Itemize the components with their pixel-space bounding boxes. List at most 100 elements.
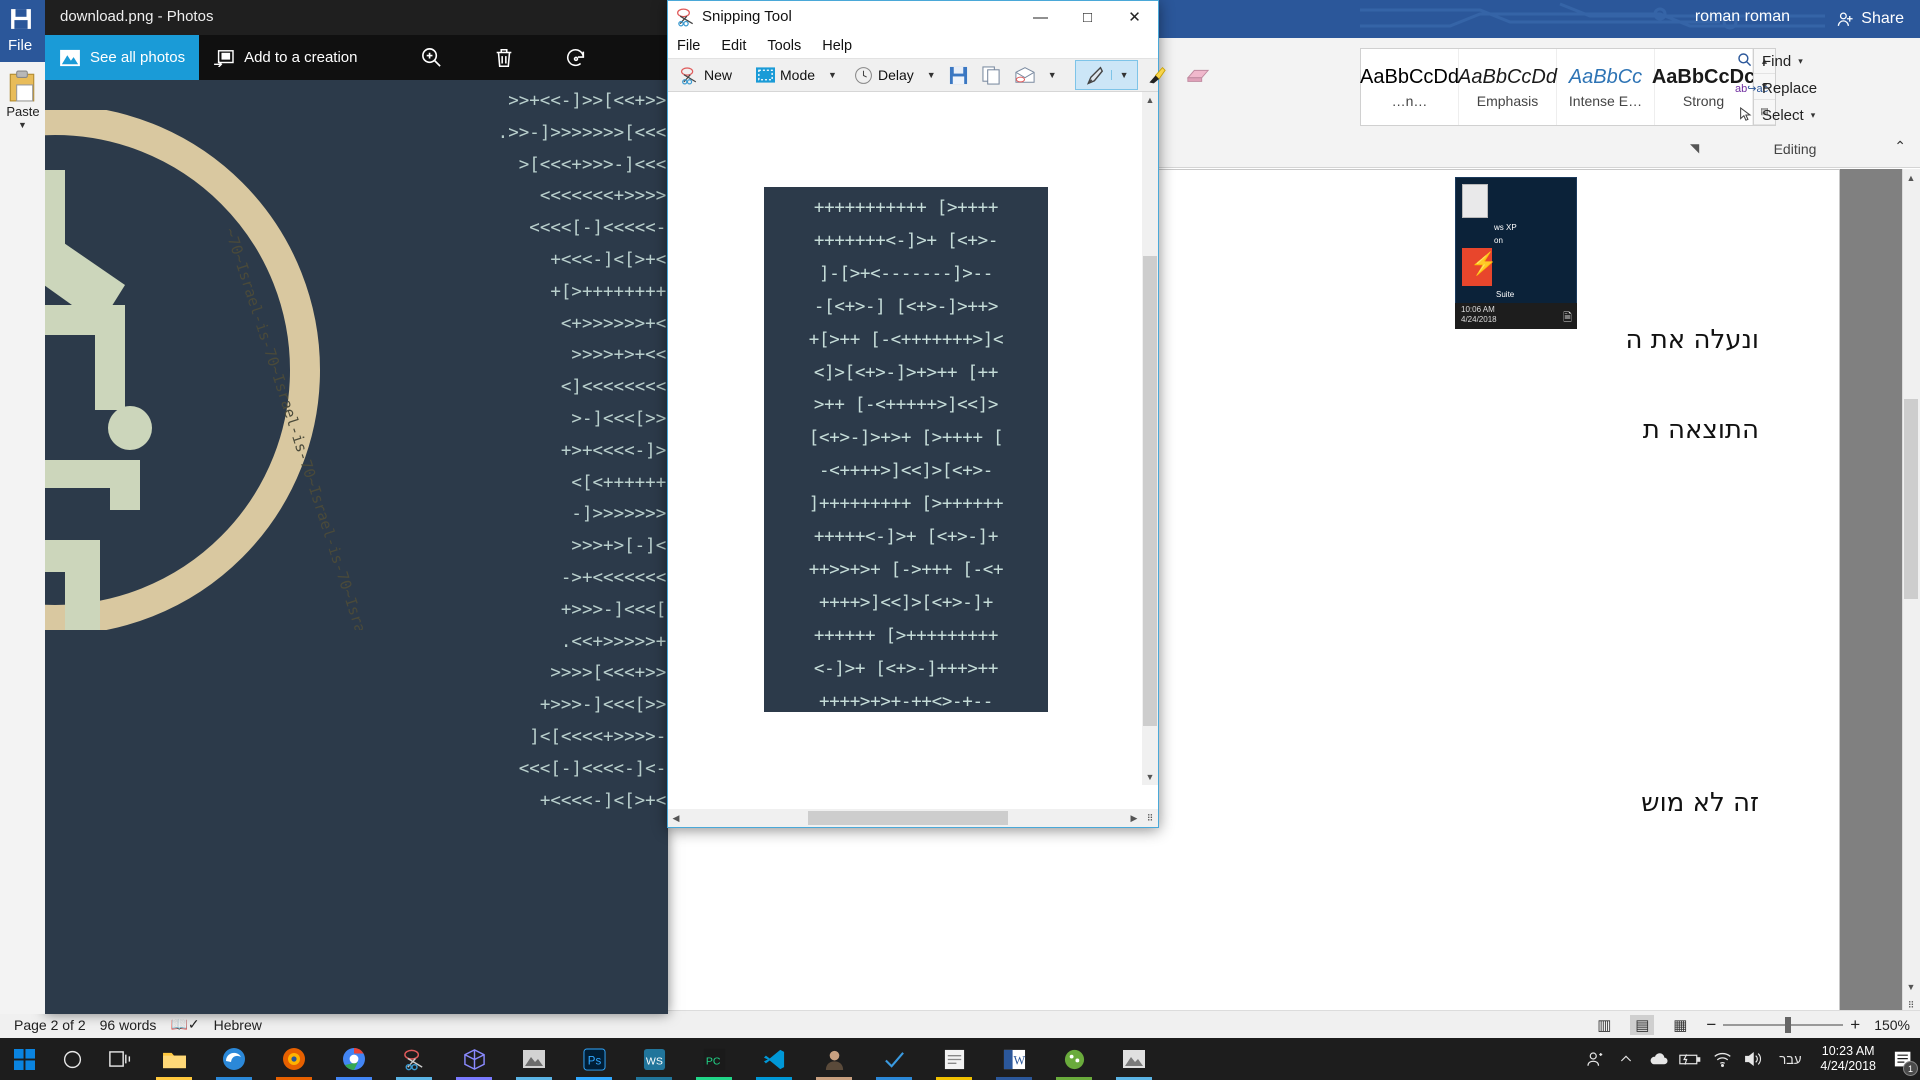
styles-gallery[interactable]: AaBbCcDd …n… AaBbCcDd Emphasis AaBbCc In… (1360, 48, 1776, 126)
zoom-in-button[interactable]: + (1850, 1015, 1860, 1035)
taskbar-image-viewer[interactable] (1104, 1038, 1164, 1080)
highlighter-button[interactable] (1138, 59, 1173, 91)
taskbar-vs-code[interactable] (744, 1038, 804, 1080)
taskbar-photoshop[interactable]: Ps (564, 1038, 624, 1080)
share-button[interactable]: Share (1825, 0, 1920, 38)
pen-button[interactable] (1076, 59, 1111, 91)
find-button[interactable]: Find ▾ (1735, 48, 1855, 75)
save-icon[interactable] (10, 8, 32, 35)
email-snip-button[interactable] (1008, 59, 1042, 91)
trash-icon[interactable] (479, 35, 529, 80)
chevron-left-icon[interactable]: ◀ (668, 810, 684, 826)
taskbar-edge[interactable] (204, 1038, 264, 1080)
new-snip-button[interactable]: New (673, 59, 739, 91)
see-all-photos-button[interactable]: See all photos (45, 35, 199, 80)
rotate-icon[interactable] (551, 35, 601, 80)
people-icon[interactable] (1578, 1038, 1610, 1080)
mode-button[interactable]: Mode (749, 59, 822, 91)
snip-horizontal-scrollbar[interactable]: ◀ ▶ ⠿ (668, 809, 1158, 827)
captured-snip-image[interactable]: +++++++++++ [>++++ +++++++<-]>+ [<+>- ]-… (764, 187, 1048, 712)
proofing-icon[interactable]: 📖✓ (170, 1016, 199, 1033)
taskbar-pycharm[interactable]: PC (684, 1038, 744, 1080)
paste-dropdown-icon[interactable]: ▼ (18, 120, 27, 130)
snip-resize-grip-icon[interactable]: ⠿ (1142, 810, 1158, 826)
print-layout-icon[interactable]: ▤ (1630, 1015, 1654, 1035)
snip-canvas[interactable]: +++++++++++ [>++++ +++++++<-]>+ [<+>- ]-… (668, 92, 1158, 809)
language-indicator[interactable]: Hebrew (214, 1017, 262, 1033)
taskbar-wordpress[interactable]: WS (624, 1038, 684, 1080)
document-vertical-scrollbar[interactable]: ▲ ▼ ⠿ (1902, 169, 1920, 1014)
select-button[interactable]: Select ▾ (1735, 102, 1855, 129)
zoom-out-button[interactable]: − (1706, 1015, 1716, 1035)
email-dropdown-icon[interactable]: ▼ (1042, 70, 1063, 80)
paste-label[interactable]: Paste (2, 104, 44, 119)
chevron-up-icon[interactable]: ▲ (1142, 92, 1158, 108)
copy-snip-button[interactable] (975, 59, 1008, 91)
minimize-icon[interactable]: — (1017, 1, 1064, 33)
zoom-track[interactable] (1723, 1024, 1843, 1026)
pen-dropdown-icon[interactable]: ▼ (1111, 70, 1137, 80)
menu-file[interactable]: File (677, 38, 700, 54)
replace-button[interactable]: ab↪ac Replace (1735, 75, 1855, 102)
scrollbar-thumb[interactable] (1904, 399, 1918, 599)
photos-window[interactable]: download.png - Photos See all photos Add… (45, 0, 668, 1014)
maximize-icon[interactable]: □ (1064, 1, 1111, 33)
chevron-up-icon[interactable] (1610, 1038, 1642, 1080)
read-mode-icon[interactable]: ▥ (1592, 1015, 1616, 1035)
style-item-emphasis[interactable]: AaBbCcDd Emphasis (1459, 49, 1557, 125)
taskbar-snipping-tool[interactable] (384, 1038, 444, 1080)
save-snip-button[interactable] (942, 59, 975, 91)
menu-tools[interactable]: Tools (767, 38, 801, 54)
snip-vertical-scrollbar[interactable]: ▲ ▼ (1142, 92, 1158, 785)
chevron-down-icon[interactable]: ▾ (1811, 110, 1816, 121)
zoom-knob[interactable] (1785, 1017, 1791, 1033)
styles-dialog-launcher-icon[interactable]: ◥ (1690, 141, 1699, 155)
cloud-icon[interactable] (1642, 1038, 1674, 1080)
battery-charging-icon[interactable] (1674, 1038, 1706, 1080)
add-to-creation-button[interactable]: Add to a creation (199, 35, 371, 80)
task-view-icon[interactable] (96, 1038, 144, 1080)
zoom-slider[interactable]: − + (1706, 1015, 1860, 1035)
snip-hscroll-thumb[interactable] (808, 811, 1008, 825)
taskbar-paint[interactable] (1044, 1038, 1104, 1080)
delay-dropdown-icon[interactable]: ▼ (921, 70, 942, 80)
windows-start-icon[interactable] (0, 1038, 48, 1080)
wifi-icon[interactable] (1706, 1038, 1738, 1080)
taskbar-chrome[interactable] (324, 1038, 384, 1080)
clock[interactable]: 10:23 AM 4/24/2018 (1810, 1044, 1886, 1074)
menu-edit[interactable]: Edit (721, 38, 746, 54)
snipping-tool-window[interactable]: Snipping Tool — □ ✕ File Edit Tools Help… (667, 0, 1159, 828)
taskbar-firefox[interactable] (264, 1038, 324, 1080)
word-count[interactable]: 96 words (100, 1017, 157, 1033)
action-center-icon[interactable]: 1 (1886, 1038, 1920, 1080)
taskbar-photos[interactable] (504, 1038, 564, 1080)
file-menu-tab[interactable]: File (8, 37, 32, 54)
chevron-down-icon[interactable]: ▾ (1798, 56, 1803, 67)
chevron-down-icon[interactable]: ▼ (1142, 769, 1158, 785)
taskbar-word[interactable]: W (984, 1038, 1044, 1080)
web-layout-icon[interactable]: ▦ (1668, 1015, 1692, 1035)
zoom-in-icon[interactable] (407, 35, 457, 80)
style-item[interactable]: AaBbCcDd …n… (1361, 49, 1459, 125)
page-indicator[interactable]: Page 2 of 2 (14, 1017, 86, 1033)
menu-help[interactable]: Help (822, 38, 852, 54)
scroll-up-icon[interactable]: ▲ (1902, 169, 1920, 187)
collapse-ribbon-icon[interactable]: ⌃ (1894, 138, 1906, 155)
eraser-button[interactable] (1179, 59, 1217, 91)
close-icon[interactable]: ✕ (1111, 1, 1158, 33)
paste-clipboard-icon[interactable] (8, 70, 36, 102)
taskbar-file-explorer[interactable] (144, 1038, 204, 1080)
scroll-down-icon[interactable]: ▼ (1902, 978, 1920, 996)
snip-vscroll-thumb[interactable] (1143, 256, 1157, 726)
photos-image-canvas[interactable]: ~70~Israel-is-70~Israel-is-70~Israel-is-… (45, 80, 668, 1014)
taskbar-3d-builder[interactable] (444, 1038, 504, 1080)
taskbar-todo[interactable] (864, 1038, 924, 1080)
chevron-right-icon[interactable]: ▶ (1126, 810, 1142, 826)
language-indicator[interactable]: עבר (1770, 1038, 1810, 1080)
taskbar-sticky-notes[interactable] (924, 1038, 984, 1080)
search-circle-icon[interactable] (48, 1038, 96, 1080)
speaker-icon[interactable] (1738, 1038, 1770, 1080)
taskbar-media-player[interactable] (804, 1038, 864, 1080)
zoom-level[interactable]: 150% (1874, 1017, 1910, 1033)
style-item-intense-emphasis[interactable]: AaBbCc Intense E… (1557, 49, 1655, 125)
